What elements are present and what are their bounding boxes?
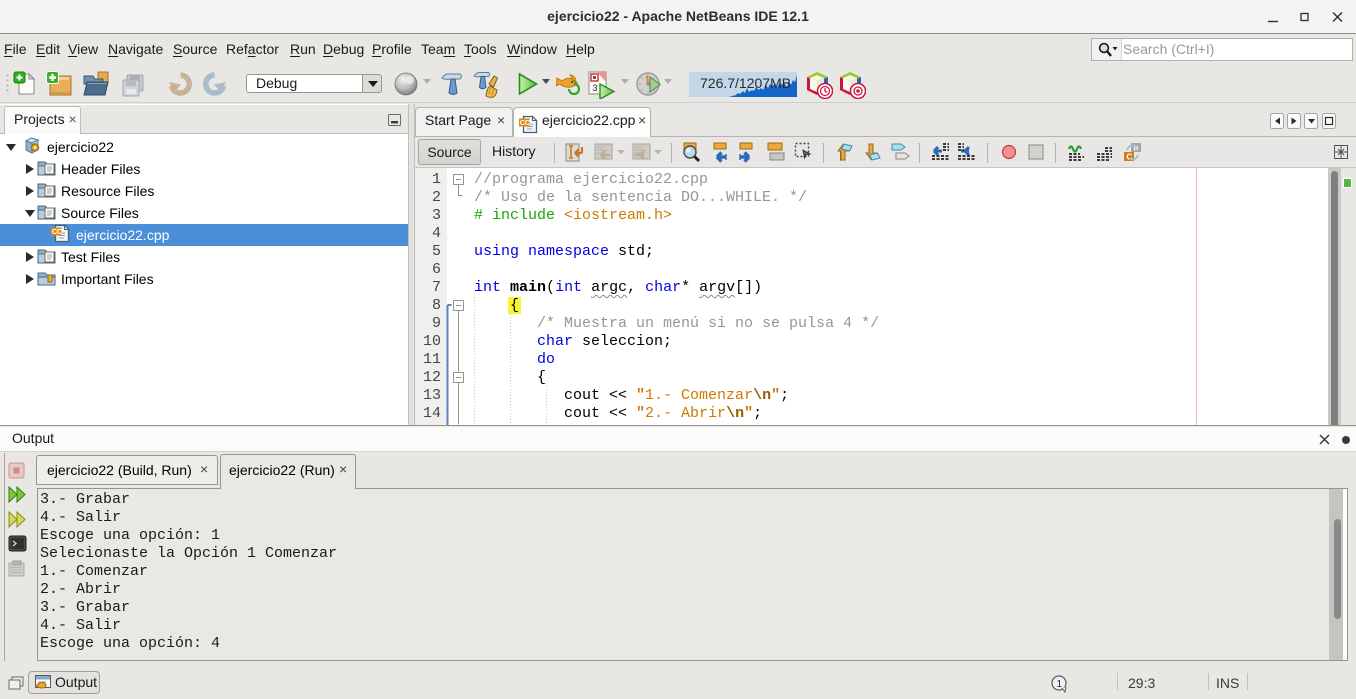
svg-text:1: 1: [1057, 679, 1063, 690]
svg-text:3: 3: [593, 83, 598, 93]
